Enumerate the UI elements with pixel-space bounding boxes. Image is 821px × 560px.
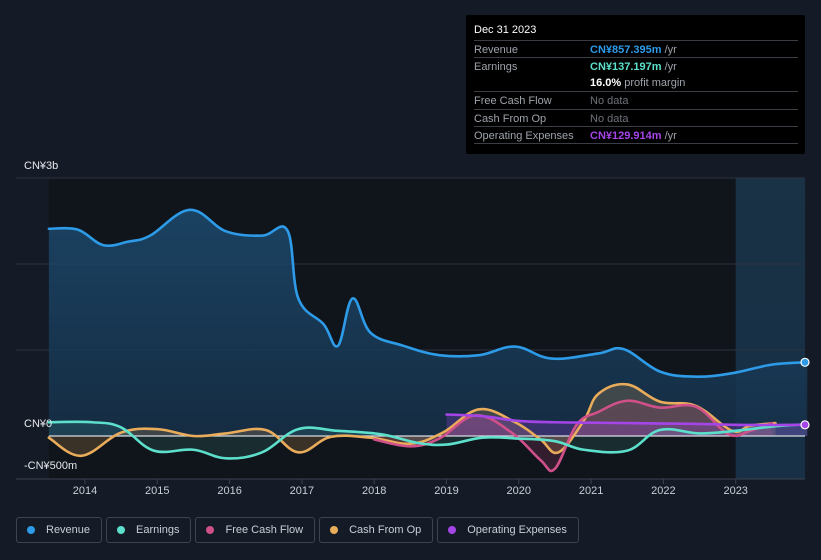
legend-item-cash-from-op[interactable]: Cash From Op xyxy=(319,517,434,543)
legend-item-revenue[interactable]: Revenue xyxy=(16,517,103,543)
legend-item-free-cash-flow[interactable]: Free Cash Flow xyxy=(195,517,316,543)
opex-value: CN¥129.914m xyxy=(590,130,662,142)
legend: Revenue Earnings Free Cash Flow Cash Fro… xyxy=(16,517,579,543)
y-tick-label-bottom: -CN¥500m xyxy=(24,460,78,472)
tooltip-row-fcf: Free Cash Flow No data xyxy=(474,91,798,109)
legend-label: Free Cash Flow xyxy=(225,524,304,536)
tooltip-row-margin: 16.0% profit margin xyxy=(474,74,798,91)
tooltip-label: Revenue xyxy=(474,44,519,56)
tooltip-row-earnings: Earnings CN¥137.197m /yr xyxy=(474,57,798,75)
fcf-dot-icon xyxy=(206,526,215,534)
x-tick-label: 2014 xyxy=(73,485,97,497)
cfo-dot-icon xyxy=(330,526,339,534)
y-tick-label-top: CN¥3b xyxy=(24,160,59,172)
x-tick-label: 2019 xyxy=(434,485,458,497)
legend-item-operating-expenses[interactable]: Operating Expenses xyxy=(437,517,579,543)
tooltip-row-opex: Operating Expenses CN¥129.914m /yr xyxy=(474,126,798,144)
tooltip-value: No data xyxy=(590,113,629,125)
opex-dot-icon xyxy=(448,526,457,534)
profit-margin-value: 16.0% xyxy=(590,77,622,89)
revenue-value: CN¥857.395m xyxy=(590,44,662,56)
tooltip-row-cfo: Cash From Op No data xyxy=(474,109,798,127)
tooltip-label: Cash From Op xyxy=(474,113,547,125)
tooltip-divider xyxy=(474,143,798,144)
legend-label: Cash From Op xyxy=(349,524,422,536)
tooltip-value: CN¥137.197m /yr xyxy=(590,61,677,73)
x-axis: 2014 2015 2016 2017 2018 2019 2020 2021 2022 2023 xyxy=(73,479,748,497)
tooltip-row-revenue: Revenue CN¥857.395m /yr xyxy=(474,40,798,58)
revenue-end-marker xyxy=(800,357,810,367)
x-tick-label: 2018 xyxy=(362,485,386,497)
x-tick-label: 2020 xyxy=(507,485,531,497)
x-tick-label: 2021 xyxy=(579,485,603,497)
unit: /yr xyxy=(661,130,677,142)
x-tick-label: 2016 xyxy=(217,485,241,497)
x-tick-label: 2017 xyxy=(290,485,314,497)
operating-expenses-end-marker xyxy=(800,420,810,430)
tooltip-label: Free Cash Flow xyxy=(474,95,552,107)
revenue-dot-icon xyxy=(27,526,35,534)
tooltip-value: No data xyxy=(590,95,629,107)
x-tick-label: 2023 xyxy=(723,485,747,497)
legend-label: Operating Expenses xyxy=(467,524,567,536)
unit: profit margin xyxy=(621,77,686,89)
unit: /yr xyxy=(661,44,677,56)
earnings-dot-icon xyxy=(117,526,126,534)
legend-label: Revenue xyxy=(46,524,91,536)
tooltip-value: CN¥857.395m /yr xyxy=(590,44,677,56)
data-tooltip: Dec 31 2023 Revenue CN¥857.395m /yr Earn… xyxy=(466,15,805,154)
tooltip-label: Operating Expenses xyxy=(474,130,574,142)
tooltip-label: Earnings xyxy=(474,61,518,73)
legend-label: Earnings xyxy=(136,524,180,536)
tooltip-value: 16.0% profit margin xyxy=(590,77,685,89)
earnings-value: CN¥137.197m xyxy=(590,61,662,73)
x-tick-label: 2015 xyxy=(145,485,169,497)
unit: /yr xyxy=(661,61,677,73)
x-tick-label: 2022 xyxy=(651,485,675,497)
legend-item-earnings[interactable]: Earnings xyxy=(106,517,192,543)
tooltip-value: CN¥129.914m /yr xyxy=(590,130,677,142)
y-tick-label-zero: CN¥0 xyxy=(24,418,53,430)
tooltip-date: Dec 31 2023 xyxy=(474,24,537,36)
